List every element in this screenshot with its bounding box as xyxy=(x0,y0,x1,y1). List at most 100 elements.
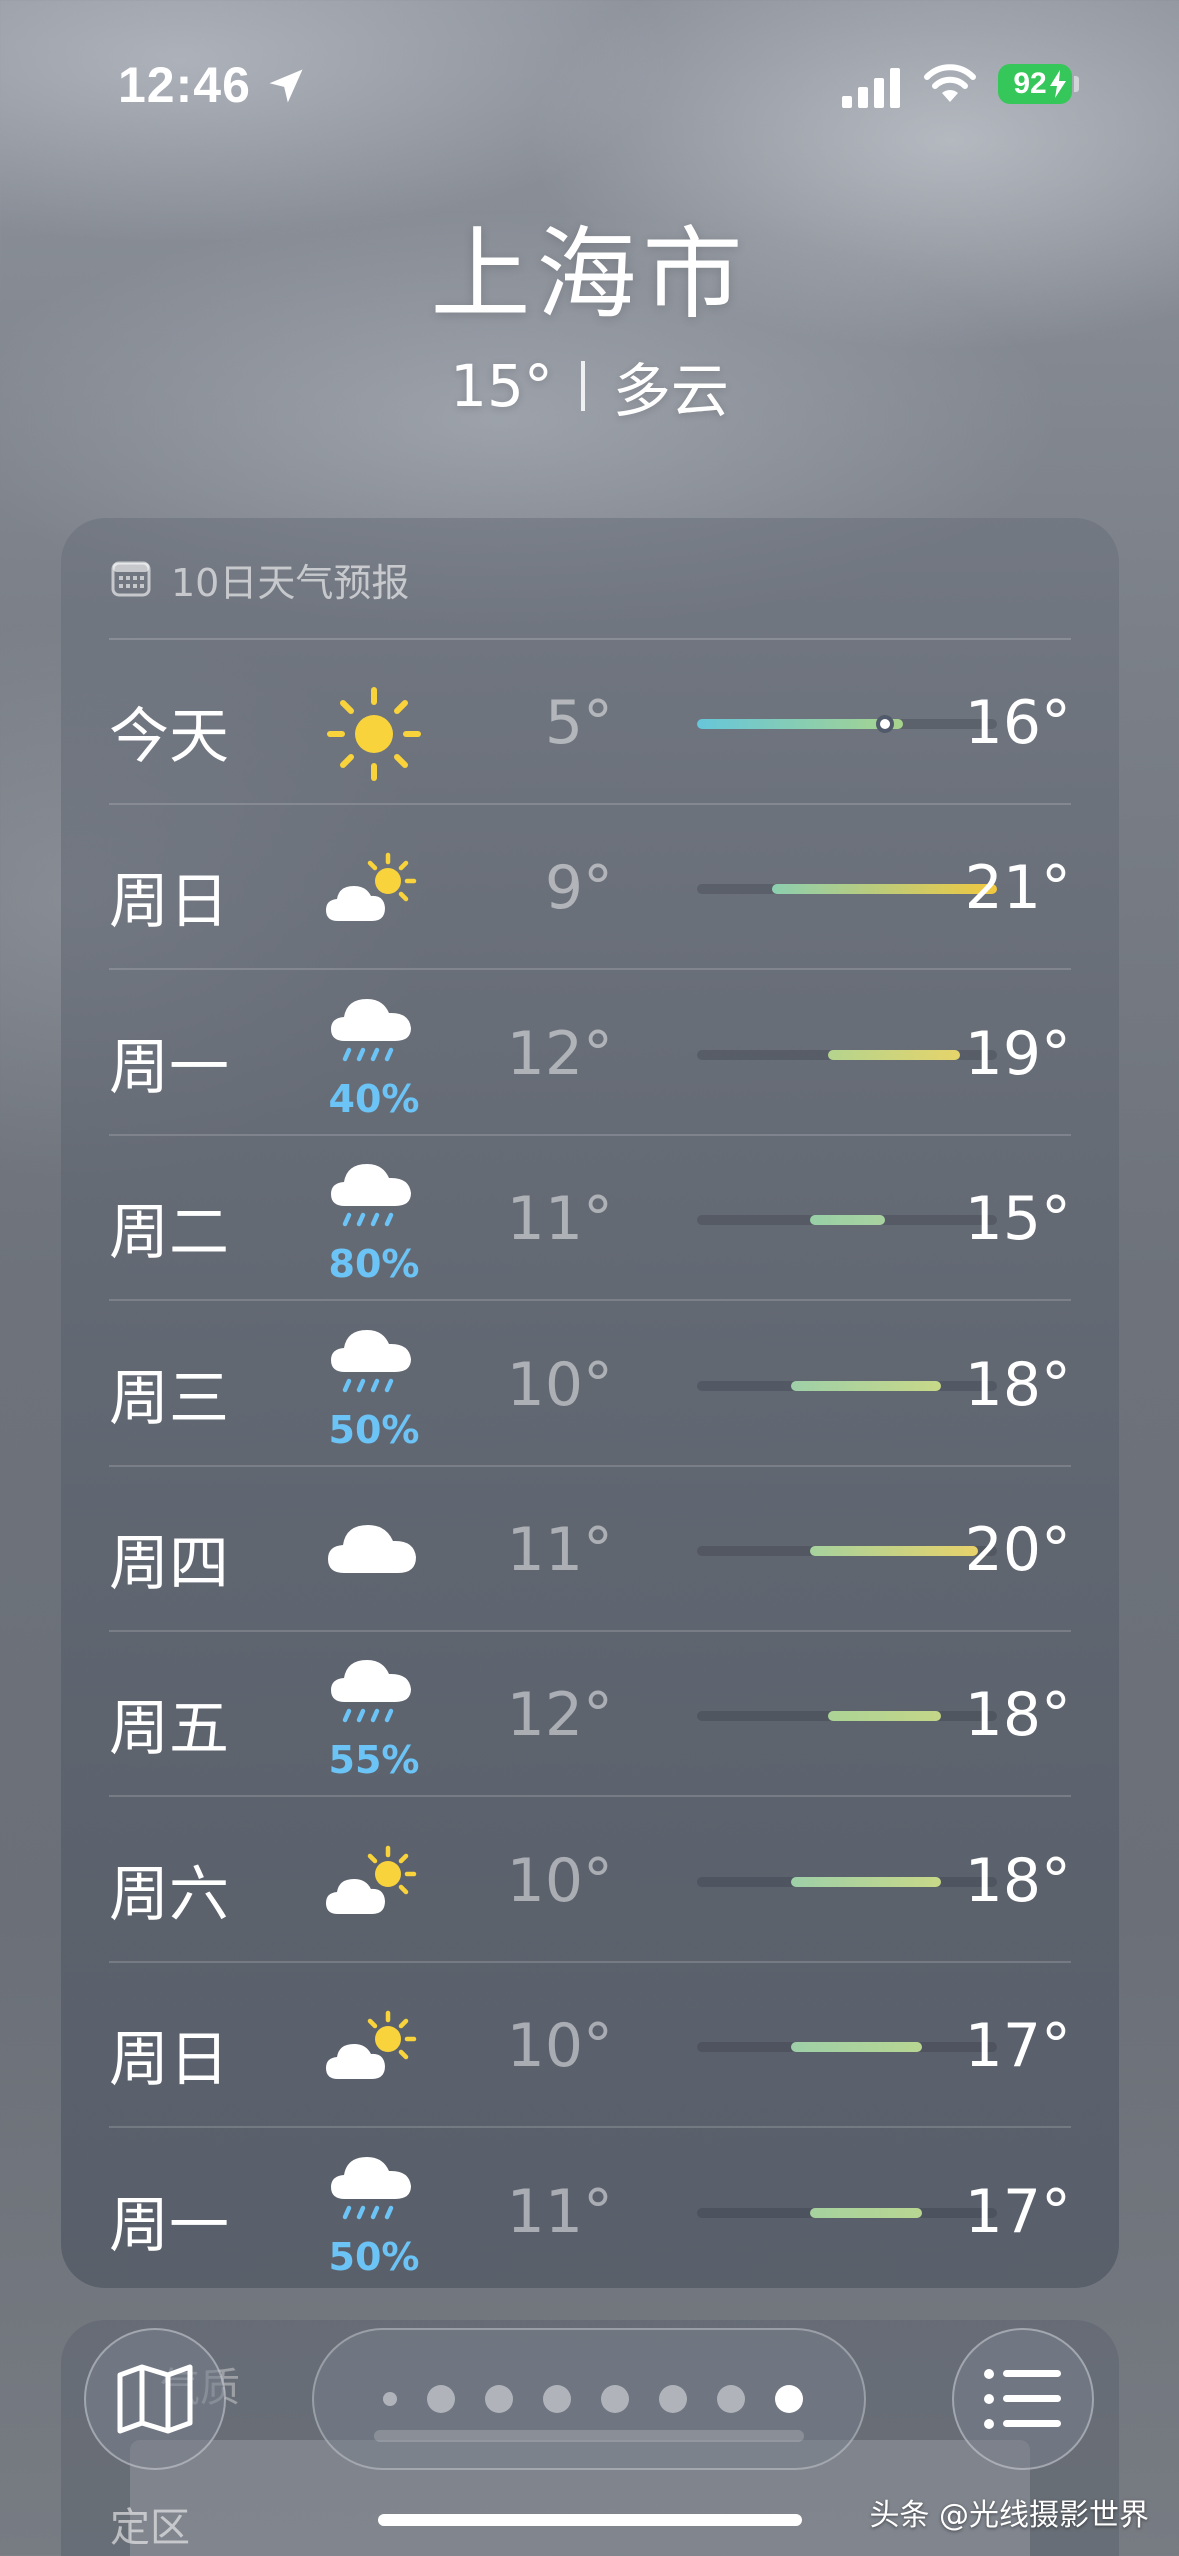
cloud-icon xyxy=(319,1489,429,1609)
battery-cap xyxy=(1074,76,1079,92)
ten-day-forecast-card[interactable]: 10日天气预报 今天 5° 16° 周日 9° 21° 周一 40% 12° 19° 周二 xyxy=(61,518,1119,2288)
list-icon xyxy=(984,2369,1061,2429)
temperature-range-bar xyxy=(790,1876,941,1887)
temperature-range-bar xyxy=(828,1049,960,1060)
page-dot[interactable] xyxy=(427,2385,455,2413)
precipitation-probability: 55% xyxy=(328,1738,420,1783)
battery-indicator: 92 xyxy=(998,64,1072,104)
precipitation-probability: 40% xyxy=(328,1076,420,1121)
high-temperature: 17° xyxy=(964,2011,1071,2082)
high-temperature: 18° xyxy=(964,1680,1071,1751)
low-temperature: 11° xyxy=(506,2176,613,2247)
forecast-day: 周日 xyxy=(109,867,229,938)
current-temperature-marker xyxy=(875,715,894,733)
temperature-range-track xyxy=(697,2207,997,2218)
forecast-day: 周三 xyxy=(109,1363,229,1434)
charging-bolt-icon xyxy=(1050,70,1066,98)
temperature-range-track xyxy=(697,2042,997,2053)
rain-icon: 40% xyxy=(319,993,429,1121)
status-bar: 12:46 92 xyxy=(0,50,1179,120)
high-temperature: 20° xyxy=(964,1515,1071,1585)
forecast-row[interactable]: 周五 55% 12° 18° xyxy=(109,1632,1071,1798)
current-location-dot[interactable] xyxy=(383,2392,397,2406)
cellular-signal-icon xyxy=(842,68,900,108)
low-temperature: 12° xyxy=(506,1018,613,1089)
page-dots xyxy=(314,2330,864,2468)
low-temperature: 10° xyxy=(506,1349,613,1420)
high-temperature: 15° xyxy=(964,1184,1071,1255)
forecast-row[interactable]: 周一 50% 11° 17° xyxy=(109,2129,1071,2294)
high-temperature: 17° xyxy=(964,2176,1071,2247)
forecast-row[interactable]: 周日 10° 17° xyxy=(109,1963,1071,2129)
partly-sunny-icon xyxy=(319,1820,429,1940)
high-temperature: 16° xyxy=(964,688,1071,758)
temperature-range-bar xyxy=(790,1380,941,1391)
map-button[interactable] xyxy=(84,2328,226,2470)
forecast-row[interactable]: 周三 50% 10° 18° xyxy=(109,1302,1071,1467)
low-temperature: 12° xyxy=(506,1680,613,1751)
wifi-icon xyxy=(924,64,976,102)
current-condition: 多云 xyxy=(612,357,729,425)
high-temperature: 18° xyxy=(964,1349,1071,1420)
forecast-row[interactable]: 周二 80% 11° 15° xyxy=(109,1136,1071,1302)
high-temperature: 18° xyxy=(964,1845,1071,1916)
page-dot[interactable] xyxy=(485,2385,513,2413)
forecast-row[interactable]: 周六 10° 18° xyxy=(109,1798,1071,1963)
forecast-day: 今天 xyxy=(109,702,229,772)
rain-icon: 80% xyxy=(319,1158,429,1286)
partly-sunny-icon xyxy=(319,1985,429,2105)
battery-level: 92 xyxy=(1013,67,1047,100)
temperature-range-bar xyxy=(772,884,997,895)
divider xyxy=(580,361,585,411)
forecast-card-header: 10日天气预报 xyxy=(111,554,410,605)
map-icon xyxy=(117,2364,193,2434)
page-dot[interactable] xyxy=(543,2385,571,2413)
rain-icon: 50% xyxy=(319,2151,429,2279)
page-dot[interactable] xyxy=(775,2385,803,2413)
forecast-row[interactable]: 今天 5° 16° xyxy=(109,640,1071,805)
home-indicator[interactable] xyxy=(378,2514,802,2526)
rain-icon: 55% xyxy=(319,1654,429,1782)
temperature-range-track xyxy=(697,1049,997,1060)
page-dot[interactable] xyxy=(601,2385,629,2413)
current-conditions: 15° 多云 xyxy=(0,344,1179,428)
temperature-range-bar xyxy=(790,2042,922,2053)
forecast-day: 周日 xyxy=(109,2025,229,2096)
temperature-range-track xyxy=(697,884,997,895)
location-list-button[interactable] xyxy=(952,2328,1094,2470)
forecast-title: 10日天气预报 xyxy=(171,560,410,605)
page-dot[interactable] xyxy=(659,2385,687,2413)
temperature-range-bar xyxy=(809,2207,922,2218)
page-dot[interactable] xyxy=(717,2385,745,2413)
page-indicator[interactable] xyxy=(312,2328,866,2470)
temperature-range-track xyxy=(697,1876,997,1887)
forecast-day: 周六 xyxy=(109,1859,229,1930)
low-temperature: 9° xyxy=(544,853,613,924)
precipitation-probability: 80% xyxy=(328,1242,420,1287)
low-temperature: 10° xyxy=(506,2011,613,2082)
precipitation-probability: 50% xyxy=(328,1407,420,1452)
high-temperature: 19° xyxy=(964,1018,1071,1089)
sun-icon xyxy=(319,662,429,782)
precipitation-probability: 50% xyxy=(328,2234,420,2279)
low-temperature: 11° xyxy=(506,1184,613,1255)
temperature-range-track xyxy=(697,1546,997,1556)
air-quality-subtitle: 定区 xyxy=(110,2505,190,2551)
temperature-range-bar xyxy=(697,719,904,729)
rain-icon: 50% xyxy=(319,1324,429,1452)
low-temperature: 11° xyxy=(506,1515,613,1585)
weather-header: 上海市 15° 多云 xyxy=(0,210,1179,428)
temperature-range-bar xyxy=(809,1546,979,1556)
watermark: 头条 @光线摄影世界 xyxy=(869,2498,1149,2533)
city-name: 上海市 xyxy=(430,216,749,333)
forecast-row[interactable]: 周日 9° 21° xyxy=(109,805,1071,971)
temperature-range-track xyxy=(697,1711,997,1722)
partly-sunny-icon xyxy=(319,827,429,947)
forecast-day: 周五 xyxy=(109,1694,229,1765)
temperature-range-track xyxy=(697,1380,997,1391)
temperature-range-bar xyxy=(809,1215,885,1226)
forecast-row[interactable]: 周一 40% 12° 19° xyxy=(109,971,1071,1136)
forecast-row[interactable]: 周四 11° 20° xyxy=(109,1467,1071,1632)
status-time: 12:46 xyxy=(118,57,251,113)
high-temperature: 21° xyxy=(964,853,1071,924)
